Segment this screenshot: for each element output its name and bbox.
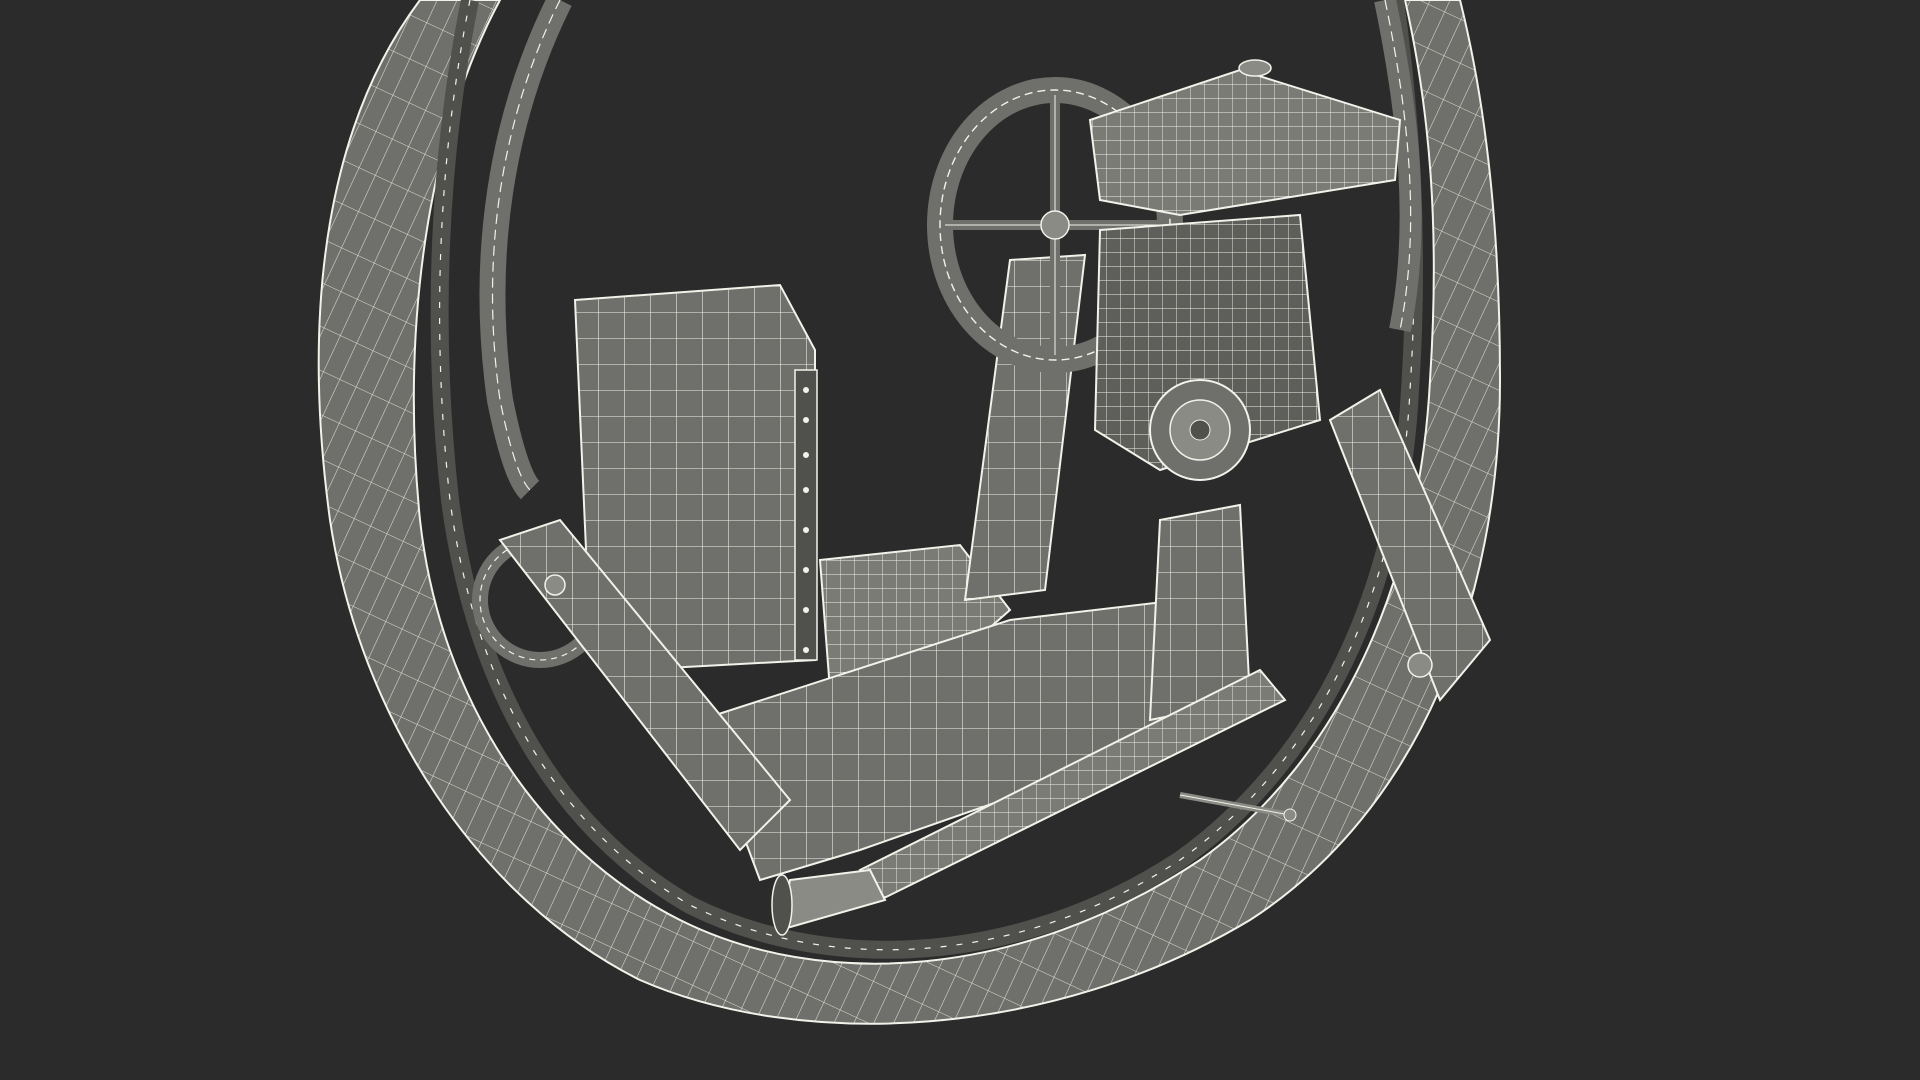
3d-viewport[interactable] <box>0 0 1920 1080</box>
engine-block <box>1093 213 1322 481</box>
wireframe-render <box>317 0 1502 1025</box>
fuel-tank <box>1088 59 1402 217</box>
